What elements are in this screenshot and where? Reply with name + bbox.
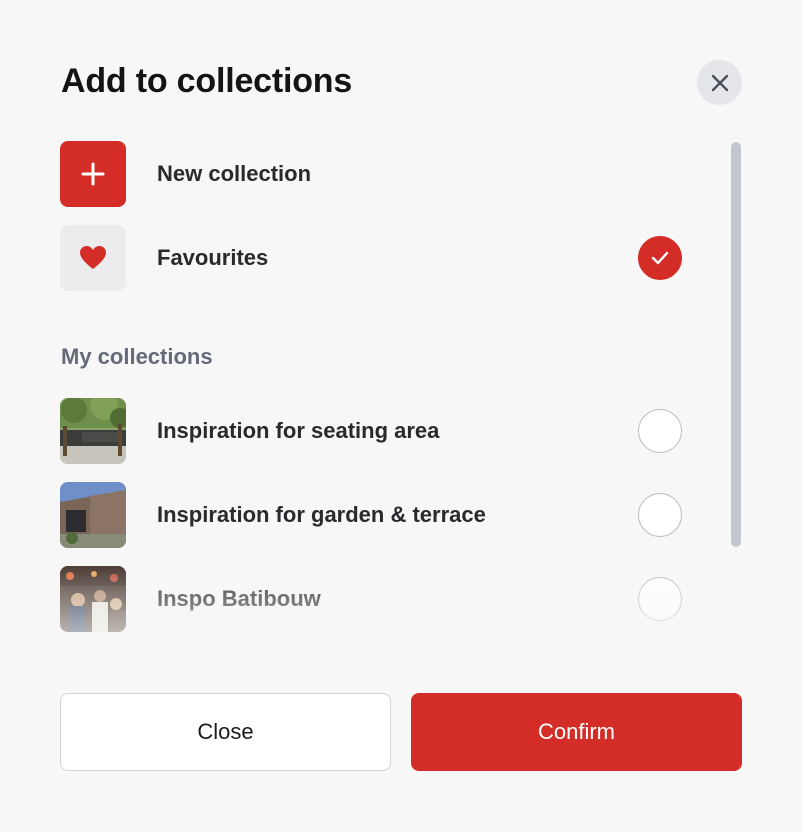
check-icon <box>651 251 669 265</box>
collection-label: Inspiration for seating area <box>157 418 440 443</box>
collection-checkbox[interactable] <box>638 409 682 453</box>
confirm-button[interactable]: Confirm <box>411 693 742 771</box>
close-button[interactable]: Close <box>60 693 391 771</box>
collection-label: Inspiration for garden & terrace <box>157 502 486 527</box>
collection-thumbnail <box>60 482 126 548</box>
scrollbar[interactable] <box>731 142 741 547</box>
collection-item[interactable]: Inspo Batibouw <box>60 566 682 632</box>
collection-checkbox[interactable] <box>638 577 682 621</box>
new-collection-label: New collection <box>157 161 312 186</box>
section-title: My collections <box>61 344 213 369</box>
favourites-checkbox[interactable] <box>638 236 682 280</box>
collection-thumbnail <box>60 566 126 632</box>
plus-icon <box>81 162 105 186</box>
collection-item[interactable]: Inspiration for garden & terrace <box>60 482 682 548</box>
add-to-collections-dialog: Add to collections New collection Favour… <box>0 0 802 832</box>
new-collection-tile <box>60 141 126 207</box>
collection-label: Inspo Batibouw <box>157 586 321 611</box>
close-icon <box>711 74 728 91</box>
collection-item[interactable]: Inspiration for seating area <box>60 398 682 464</box>
close-dialog-button[interactable] <box>697 60 742 105</box>
favourites-label: Favourites <box>157 245 269 270</box>
favourites-tile <box>60 225 126 291</box>
favourites-item[interactable]: Favourites <box>60 225 682 291</box>
collection-checkbox[interactable] <box>638 493 682 537</box>
heart-icon <box>80 246 106 269</box>
collection-thumbnail <box>60 398 126 464</box>
dialog-title: Add to collections <box>61 62 353 100</box>
new-collection-item[interactable]: New collection <box>60 141 682 207</box>
